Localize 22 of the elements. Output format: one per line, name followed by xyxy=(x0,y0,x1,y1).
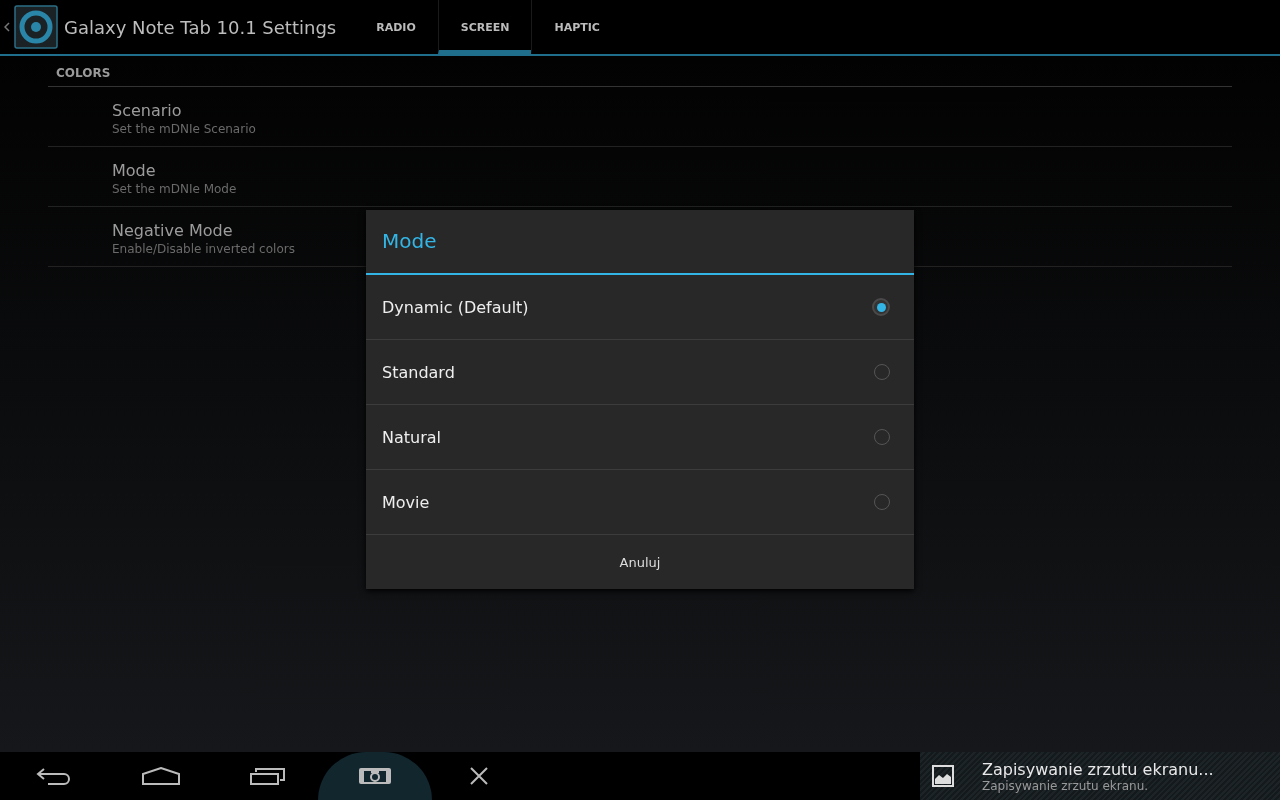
section-header: COLORS xyxy=(48,56,1232,87)
preference-item[interactable]: Scenario Set the mDNIe Scenario xyxy=(48,87,1232,147)
tab[interactable]: HAPTIC xyxy=(531,0,622,54)
camera-icon xyxy=(358,767,392,785)
tab[interactable]: RADIO xyxy=(354,0,438,54)
radio-option[interactable]: Dynamic (Default) xyxy=(366,275,914,340)
up-caret-icon[interactable] xyxy=(4,22,10,32)
radio-option[interactable]: Standard xyxy=(366,340,914,405)
close-icon[interactable] xyxy=(470,767,488,785)
back-icon[interactable] xyxy=(36,766,72,786)
notification-text: Zapisywanie zrzutu ekranu. xyxy=(982,778,1150,793)
notification[interactable]: Zapisywanie zrzutu ekranu... Zapisywanie zrzutu ekranu. xyxy=(920,752,1280,800)
radio-option[interactable]: Natural xyxy=(366,405,914,470)
image-icon xyxy=(932,765,954,787)
home-icon[interactable] xyxy=(142,767,180,785)
radio-button[interactable] xyxy=(872,298,890,316)
preference-item[interactable]: Mode Set the mDNIe Mode xyxy=(48,147,1232,207)
cancel-button[interactable]: Anuluj xyxy=(366,535,914,589)
recent-apps-icon[interactable] xyxy=(250,767,286,785)
dialog-title: Mode xyxy=(366,210,914,275)
notification-title: Zapisywanie zrzutu ekranu... xyxy=(982,759,1214,779)
app-title: Galaxy Note Tab 10.1 Settings xyxy=(64,16,337,38)
